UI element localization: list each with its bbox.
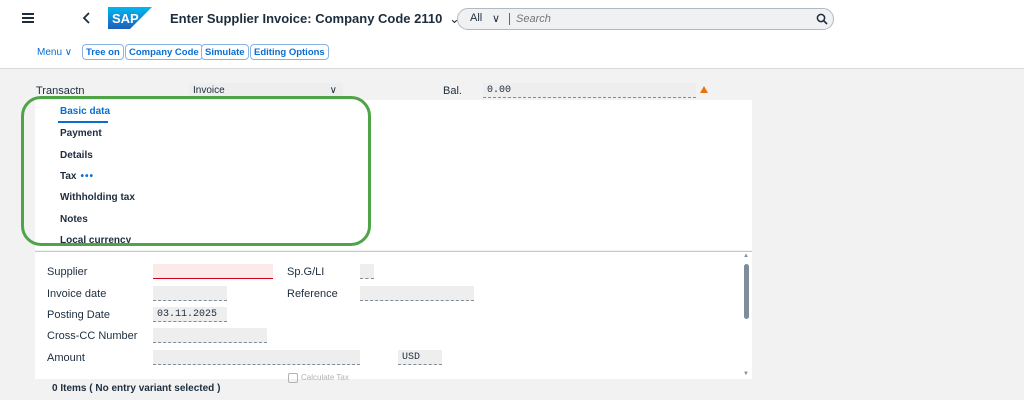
calculate-tax-checkbox[interactable]: Calculate Tax xyxy=(288,373,349,383)
back-icon[interactable] xyxy=(80,9,94,27)
search-input[interactable] xyxy=(516,12,766,26)
basic-data-form: Supplier Sp.G/LI Invoice date Reference … xyxy=(35,251,752,383)
reference-label: Reference xyxy=(287,288,338,300)
supplier-label: Supplier xyxy=(47,266,88,278)
scrollbar-thumb[interactable] xyxy=(744,264,749,319)
scroll-up-icon[interactable]: ▲ xyxy=(743,253,749,259)
tab-tax[interactable]: Tax ••• xyxy=(60,171,94,182)
chevron-down-icon: ∨ xyxy=(329,85,337,96)
app-title-text: Enter Supplier Invoice: Company Code 211… xyxy=(170,11,443,26)
invoice-date-field[interactable] xyxy=(153,286,227,301)
tab-basic-data[interactable]: Basic data xyxy=(60,106,110,117)
simulate-button[interactable]: Simulate xyxy=(201,44,249,60)
toolbar: Menu ∨ Tree on Company Code Simulate Edi… xyxy=(0,36,1024,69)
posting-date-field[interactable]: 03.11.2025 xyxy=(153,307,227,322)
vertical-scrollbar[interactable]: ▲ ▼ xyxy=(740,252,752,378)
tab-payment[interactable]: Payment xyxy=(60,128,102,139)
amount-label: Amount xyxy=(47,352,85,364)
reference-field[interactable] xyxy=(360,286,474,301)
sap-logo[interactable]: SAP xyxy=(108,7,152,29)
menu-button[interactable]: Menu ∨ xyxy=(37,47,72,58)
crosscc-label: Cross-CC Number xyxy=(47,330,138,342)
editing-options-button[interactable]: Editing Options xyxy=(250,44,329,60)
crosscc-field[interactable] xyxy=(153,328,267,343)
balance-field: 0.00 xyxy=(483,83,696,98)
search-bar: All ∨ xyxy=(457,8,834,30)
tab-withholding-tax[interactable]: Withholding tax xyxy=(60,192,135,203)
calculate-tax-label: Calculate Tax xyxy=(301,373,349,383)
transaction-label: Transactn xyxy=(36,85,85,97)
tab-notes[interactable]: Notes xyxy=(60,214,88,225)
shell-bar: SAP Enter Supplier Invoice: Company Code… xyxy=(0,0,1024,36)
tab-panel: Basic data Payment Details Tax ••• Withho… xyxy=(35,100,752,250)
chevron-down-icon[interactable]: ∨ xyxy=(492,12,500,25)
spgl-field[interactable] xyxy=(360,264,374,279)
more-icon[interactable]: ••• xyxy=(81,171,95,182)
tree-on-button[interactable]: Tree on xyxy=(82,44,124,60)
amount-field[interactable] xyxy=(153,350,360,365)
spgl-label: Sp.G/LI xyxy=(287,266,325,278)
tab-tax-label: Tax xyxy=(60,171,77,182)
invoice-date-label: Invoice date xyxy=(47,288,107,300)
search-divider xyxy=(509,13,510,25)
supplier-field[interactable] xyxy=(153,264,273,279)
company-code-button[interactable]: Company Code xyxy=(125,44,203,60)
app-title[interactable]: Enter Supplier Invoice: Company Code 211… xyxy=(170,11,460,27)
currency-field[interactable]: USD xyxy=(398,350,442,365)
search-scope-select[interactable]: All xyxy=(470,12,482,24)
search-icon[interactable] xyxy=(813,10,831,28)
menu-icon[interactable] xyxy=(19,9,37,27)
balance-label: Bal. xyxy=(443,85,462,97)
checkbox-icon xyxy=(288,373,298,383)
items-count-text: 0 Items ( No entry variant selected ) xyxy=(52,383,221,394)
scroll-down-icon[interactable]: ▼ xyxy=(743,371,749,377)
tab-details[interactable]: Details xyxy=(60,150,93,161)
logo-text: SAP xyxy=(112,11,139,26)
posting-date-label: Posting Date xyxy=(47,309,110,321)
transaction-value: Invoice xyxy=(193,85,225,96)
selected-tab-indicator xyxy=(58,121,108,123)
tab-local-currency[interactable]: Local currency xyxy=(60,235,131,246)
warning-triangle-icon[interactable] xyxy=(700,86,708,93)
transaction-select[interactable]: Invoice ∨ xyxy=(189,83,343,98)
